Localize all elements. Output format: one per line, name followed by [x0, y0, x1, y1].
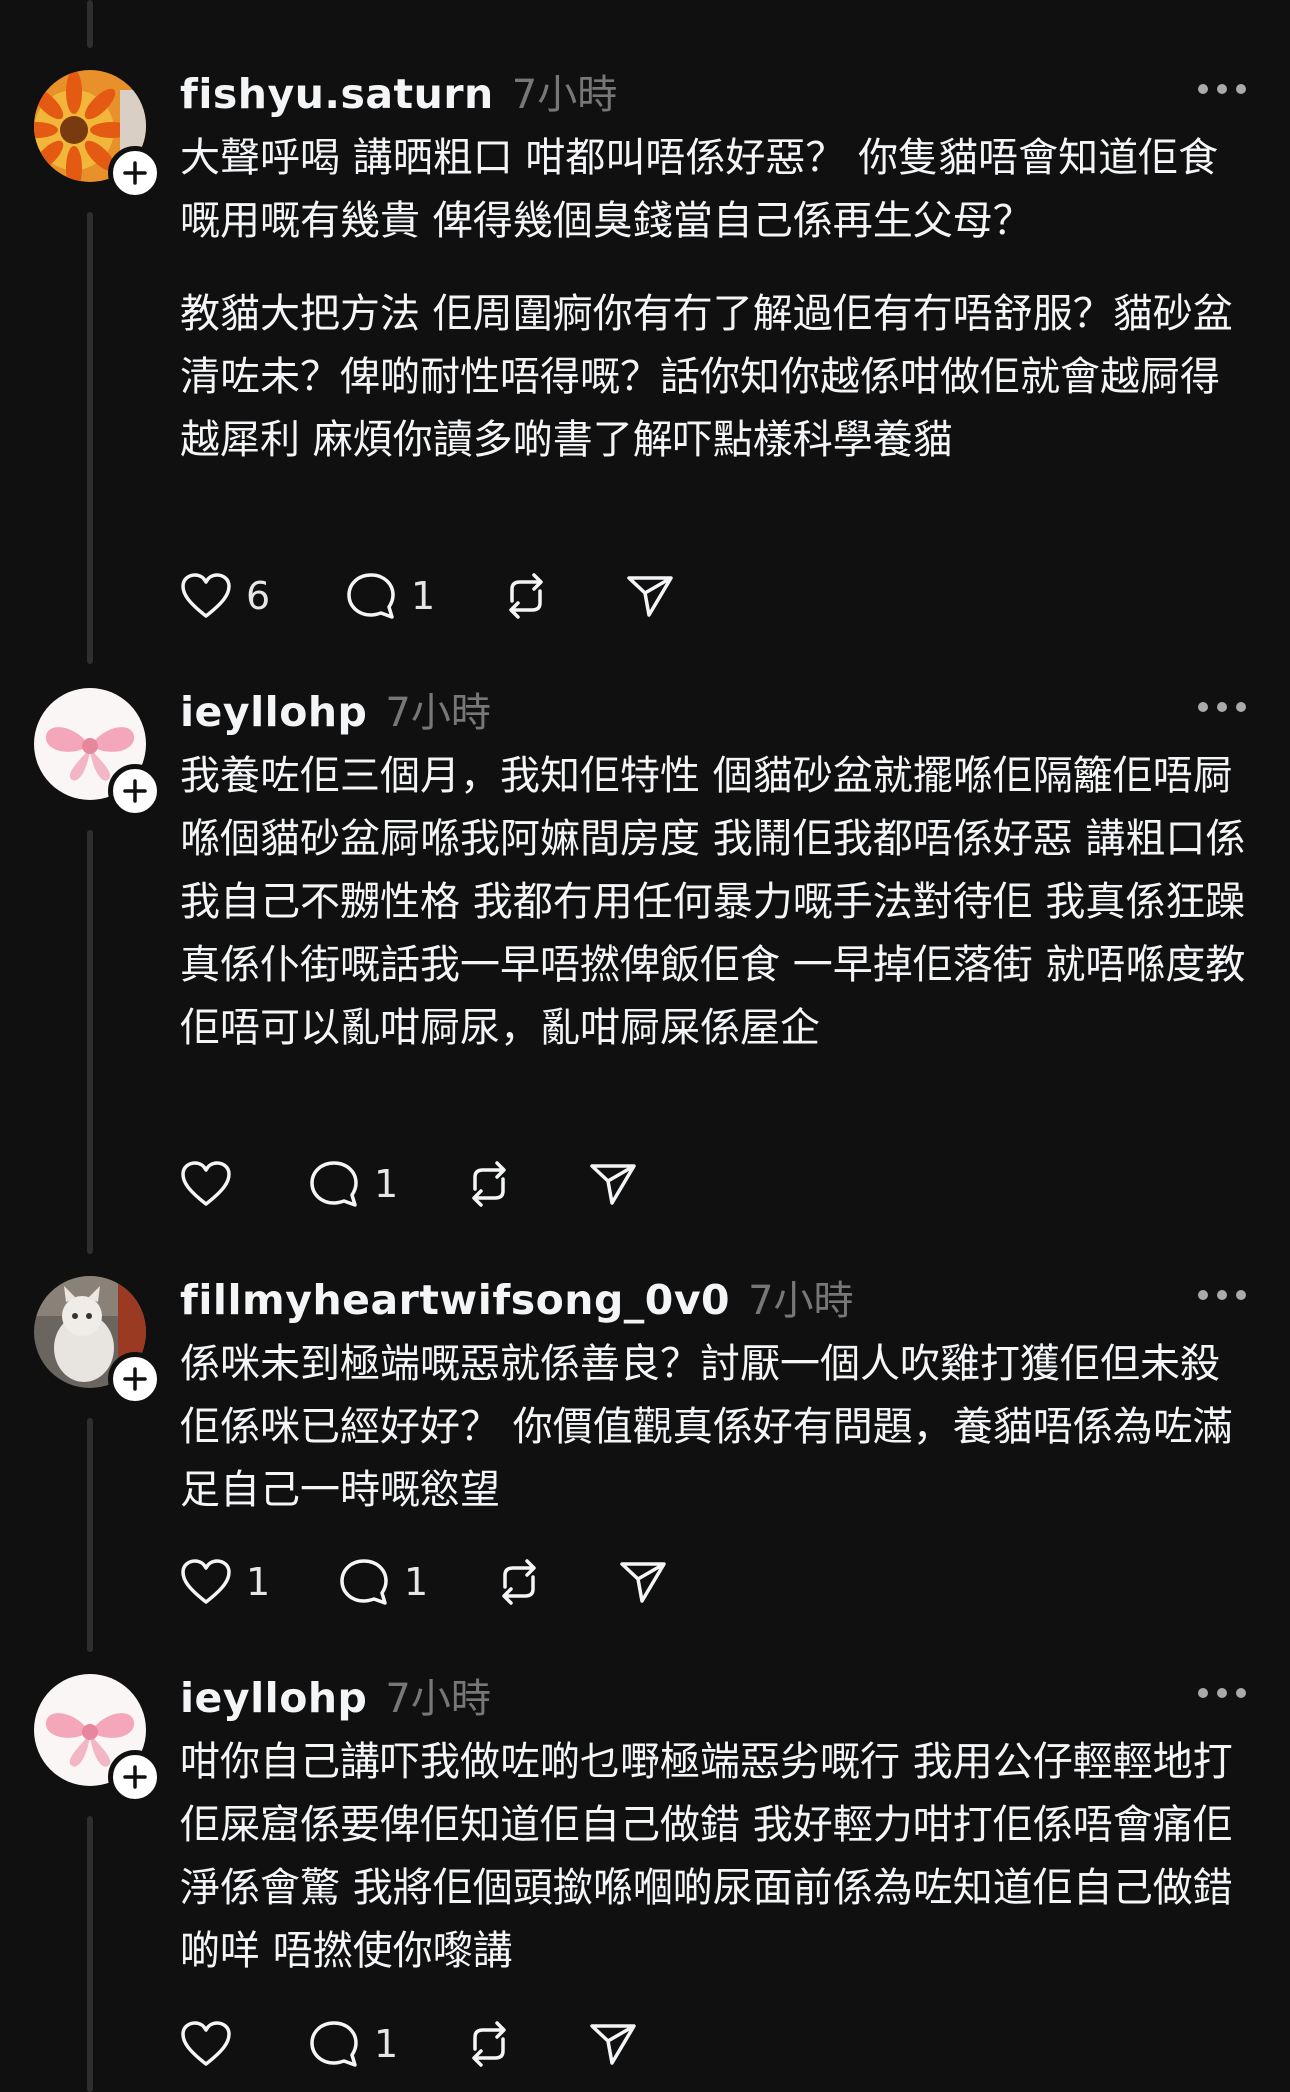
post-text: 係咪未到極端嘅惡就係善良？討厭一個人吹雞打獲佢但未殺佢係咪已經好好？ 你價值觀真… — [180, 1333, 1254, 1522]
reply-count: 1 — [374, 1162, 399, 1206]
username[interactable]: fillmyheartwifsong_0v0 — [180, 1276, 730, 1324]
share-icon — [590, 2024, 636, 2065]
heart-icon — [181, 573, 231, 618]
repost-button[interactable] — [500, 566, 625, 626]
reply-button[interactable]: 1 — [308, 1154, 463, 1214]
more-dots-icon[interactable] — [1198, 1290, 1246, 1300]
like-count: 1 — [246, 1560, 271, 1604]
repost-icon — [509, 573, 543, 619]
post-paragraph: 大聲呼喝 講晒粗口 咁都叫唔係好惡？ 你隻貓唔會知道佢食嘅用嘅有幾貴 俾得幾個臭… — [180, 135, 1219, 244]
share-icon — [627, 576, 673, 617]
thread-line — [87, 1418, 93, 1652]
username[interactable]: ieyllohp — [180, 688, 367, 736]
avatar[interactable] — [34, 1674, 162, 1804]
post-paragraph: 我養咗佢三個月，我知佢特性 個貓砂盆就擺喺佢隔籬佢唔屙喺個貓砂盆屙喺我阿嫲間房度… — [180, 753, 1246, 1051]
more-dots-icon[interactable] — [1198, 702, 1246, 712]
repost-icon — [472, 1161, 506, 1207]
plus-icon — [123, 779, 147, 803]
heart-icon — [181, 1559, 231, 1604]
share-button[interactable] — [588, 2014, 638, 2074]
more-dots-icon[interactable] — [1198, 84, 1246, 94]
repost-button[interactable] — [493, 1552, 618, 1612]
share-button[interactable] — [588, 1154, 638, 1214]
username[interactable]: ieyllohp — [180, 1674, 367, 1722]
follow-button[interactable] — [108, 1352, 162, 1406]
reply-button[interactable]: 1 — [308, 2014, 463, 2074]
plus-icon — [123, 161, 147, 185]
username[interactable]: fishyu.saturn — [180, 70, 494, 118]
comment-icon — [347, 573, 395, 619]
post-text: 咁你自己講吓我做咗啲乜嘢極端惡劣嘅行 我用公仔輕輕地打佢屎窟係要俾佢知道佢自己做… — [180, 1731, 1254, 1983]
like-button[interactable] — [180, 1154, 308, 1214]
thread-line — [87, 1816, 93, 2092]
like-button[interactable]: 6 — [180, 566, 345, 626]
post-text: 大聲呼喝 講晒粗口 咁都叫唔係好惡？ 你隻貓唔會知道佢食嘅用嘅有幾貴 俾得幾個臭… — [180, 127, 1254, 472]
like-button[interactable]: 1 — [180, 1552, 338, 1612]
share-icon — [620, 1562, 666, 1603]
follow-button[interactable] — [108, 1750, 162, 1804]
post-text: 我養咗佢三個月，我知佢特性 個貓砂盆就擺喺佢隔籬佢唔屙喺個貓砂盆屙喺我阿嫲間房度… — [180, 745, 1254, 1060]
plus-icon — [123, 1367, 147, 1391]
avatar[interactable] — [34, 688, 162, 818]
comment-icon — [340, 1559, 388, 1605]
more-dots-icon[interactable] — [1198, 1688, 1246, 1698]
comment-icon — [310, 2021, 358, 2067]
share-button[interactable] — [625, 566, 675, 626]
avatar[interactable] — [34, 1276, 162, 1406]
follow-button[interactable] — [108, 146, 162, 200]
timestamp: 7小時 — [748, 1278, 854, 1324]
reply-count: 1 — [404, 1560, 429, 1604]
post-paragraph: 教貓大把方法 佢周圍痾你有冇了解過佢有冇唔舒服？貓砂盆清咗未？俾啲耐性唔得嘅？話… — [180, 291, 1233, 463]
like-button[interactable] — [180, 2014, 308, 2074]
like-count: 6 — [246, 574, 271, 618]
plus-icon — [123, 1765, 147, 1789]
timestamp: 7小時 — [511, 72, 618, 118]
thread-line — [87, 830, 93, 1254]
reply-button[interactable]: 1 — [338, 1552, 493, 1612]
thread-line — [87, 212, 93, 664]
heart-icon — [181, 2021, 231, 2066]
reply-count: 1 — [411, 574, 436, 618]
share-icon — [590, 1164, 636, 1205]
thread-line — [87, 0, 93, 48]
reply-count: 1 — [374, 2022, 399, 2066]
follow-button[interactable] — [108, 764, 162, 818]
reply-button[interactable]: 1 — [345, 566, 500, 626]
heart-icon — [181, 1161, 231, 1206]
share-button[interactable] — [618, 1552, 668, 1612]
post-paragraph: 咁你自己講吓我做咗啲乜嘢極端惡劣嘅行 我用公仔輕輕地打佢屎窟係要俾佢知道佢自己做… — [180, 1739, 1233, 1974]
repost-button[interactable] — [463, 2014, 588, 2074]
repost-icon — [502, 1559, 536, 1605]
timestamp: 7小時 — [385, 690, 491, 736]
avatar[interactable] — [34, 70, 162, 200]
timestamp: 7小時 — [385, 1676, 491, 1722]
repost-button[interactable] — [463, 1154, 588, 1214]
repost-icon — [472, 2021, 506, 2067]
post-paragraph: 係咪未到極端嘅惡就係善良？討厭一個人吹雞打獲佢但未殺佢係咪已經好好？ 你價值觀真… — [180, 1341, 1233, 1513]
comment-icon — [310, 1161, 358, 1207]
